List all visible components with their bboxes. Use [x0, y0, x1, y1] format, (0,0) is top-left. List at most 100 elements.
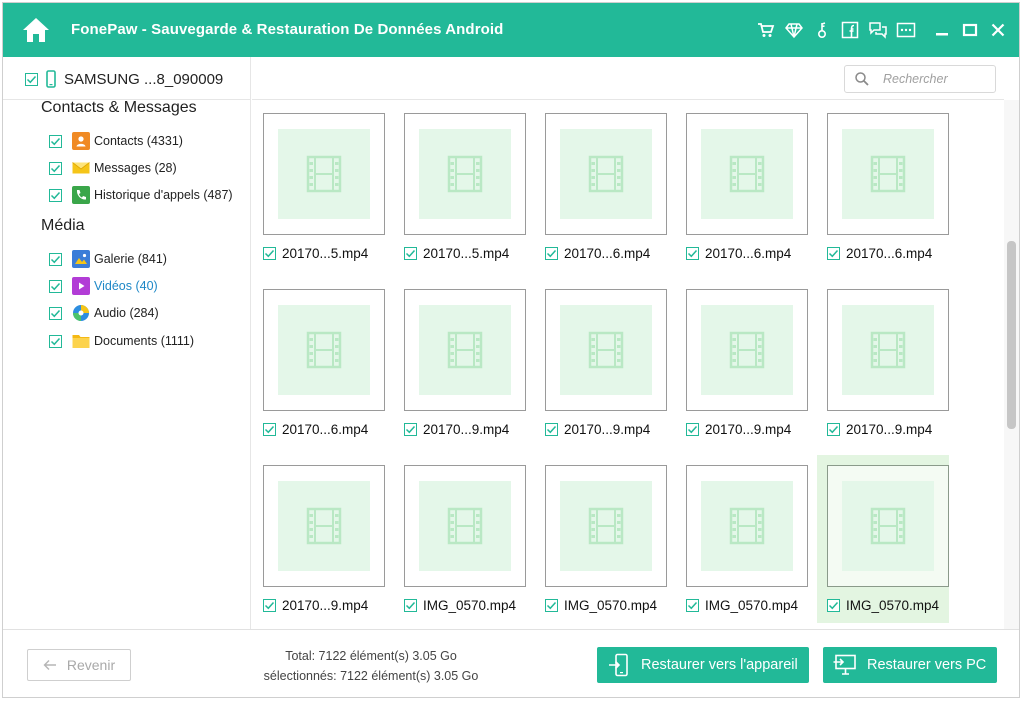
video-file-tile[interactable]: 20170...6.mp4	[253, 279, 385, 447]
device-checkbox[interactable]	[25, 72, 38, 86]
video-file-tile[interactable]: 20170...6.mp4	[817, 103, 949, 271]
video-thumbnail[interactable]	[827, 289, 949, 411]
sidebar-item-label: Documents (1111)	[94, 334, 195, 348]
sidebar-item-videos[interactable]: Vidéos (40)	[49, 276, 158, 296]
video-thumbnail[interactable]	[263, 113, 385, 235]
restore-to-pc-button[interactable]: Restaurer vers PC	[823, 647, 997, 683]
menu-icon[interactable]	[895, 19, 917, 41]
video-thumbnail[interactable]	[545, 465, 667, 587]
sidebar-item-call-history[interactable]: Historique d'appels (487)	[49, 185, 233, 205]
video-file-tile[interactable]: 20170...9.mp4	[394, 279, 526, 447]
video-thumbnail[interactable]	[404, 289, 526, 411]
sidebar-item-contacts[interactable]: Contacts (4331)	[49, 131, 183, 151]
file-name: 20170...9.mp4	[705, 421, 792, 437]
phone-icon	[46, 70, 56, 88]
video-file-tile[interactable]: 20170...5.mp4	[253, 103, 385, 271]
file-name: IMG_0570.mp4	[705, 597, 799, 613]
maximize-icon[interactable]	[959, 19, 981, 41]
file-checkbox[interactable]	[827, 598, 840, 612]
file-checkbox[interactable]	[545, 598, 558, 612]
video-thumbnail[interactable]	[404, 465, 526, 587]
video-thumbnail[interactable]	[263, 289, 385, 411]
arrow-left-icon	[43, 658, 57, 672]
video-thumbnail[interactable]	[263, 465, 385, 587]
video-file-tile[interactable]: IMG_0570.mp4	[676, 455, 808, 623]
key-icon[interactable]	[811, 19, 833, 41]
film-icon	[419, 129, 511, 219]
video-file-tile[interactable]: 20170...9.mp4	[535, 279, 667, 447]
file-checkbox[interactable]	[404, 246, 417, 260]
audio-checkbox[interactable]	[49, 306, 62, 320]
minimize-icon[interactable]	[931, 19, 953, 41]
video-file-tile[interactable]: 20170...9.mp4	[253, 455, 385, 623]
sidebar-item-label: Contacts (4331)	[94, 134, 183, 148]
file-caption: 20170...9.mp4	[686, 420, 791, 438]
restore-to-device-button[interactable]: Restaurer vers l'appareil	[597, 647, 809, 683]
contacts-checkbox[interactable]	[49, 134, 62, 148]
sidebar-item-gallery[interactable]: Galerie (841)	[49, 249, 167, 269]
facebook-icon[interactable]	[839, 19, 861, 41]
section-title-contacts-messages: Contacts & Messages	[41, 99, 197, 116]
search-input[interactable]	[883, 72, 995, 86]
messages-checkbox[interactable]	[49, 161, 62, 175]
video-thumbnail[interactable]	[686, 465, 808, 587]
device-selector[interactable]: SAMSUNG ...8_090009	[25, 69, 223, 89]
sidebar-item-label: Audio (284)	[94, 306, 159, 320]
gallery-checkbox[interactable]	[49, 252, 62, 266]
video-thumbnail[interactable]	[404, 113, 526, 235]
file-name: IMG_0570.mp4	[423, 597, 517, 613]
video-file-tile[interactable]: 20170...6.mp4	[676, 103, 808, 271]
documents-checkbox[interactable]	[49, 334, 62, 348]
back-button-label: Revenir	[66, 657, 116, 673]
feedback-icon[interactable]	[867, 19, 889, 41]
total-count: Total: 7122 élément(s) 3.05 Go	[285, 649, 457, 663]
home-icon[interactable]	[21, 15, 51, 45]
file-checkbox[interactable]	[263, 422, 276, 436]
call-history-checkbox[interactable]	[49, 188, 62, 202]
video-thumbnail[interactable]	[686, 113, 808, 235]
file-checkbox[interactable]	[263, 598, 276, 612]
videos-checkbox[interactable]	[49, 279, 62, 293]
video-file-tile[interactable]: IMG_0570.mp4	[817, 455, 949, 623]
film-icon	[701, 481, 793, 571]
video-thumbnail[interactable]	[545, 289, 667, 411]
close-icon[interactable]	[987, 19, 1009, 41]
video-file-tile[interactable]: 20170...9.mp4	[817, 279, 949, 447]
video-thumbnail[interactable]	[686, 289, 808, 411]
cart-icon[interactable]	[755, 19, 777, 41]
file-name: 20170...6.mp4	[705, 245, 792, 261]
film-icon	[278, 129, 370, 219]
restore-to-device-label: Restaurer vers l'appareil	[641, 657, 798, 673]
video-file-tile[interactable]: IMG_0570.mp4	[535, 455, 667, 623]
file-checkbox[interactable]	[686, 246, 699, 260]
file-caption: 20170...9.mp4	[263, 596, 368, 614]
search-box[interactable]	[844, 65, 996, 93]
video-thumbnail[interactable]	[827, 113, 949, 235]
video-file-tile[interactable]: IMG_0570.mp4	[394, 455, 526, 623]
sidebar-item-messages[interactable]: Messages (28)	[49, 158, 177, 178]
file-checkbox[interactable]	[827, 422, 840, 436]
diamond-icon[interactable]	[783, 19, 805, 41]
file-checkbox[interactable]	[827, 246, 840, 260]
file-checkbox[interactable]	[404, 598, 417, 612]
file-checkbox[interactable]	[545, 422, 558, 436]
file-caption: 20170...5.mp4	[263, 244, 368, 262]
messages-icon	[72, 159, 90, 177]
video-file-tile[interactable]: 20170...6.mp4	[535, 103, 667, 271]
back-button[interactable]: Revenir	[27, 649, 131, 681]
scrollbar-thumb[interactable]	[1007, 241, 1016, 429]
file-caption: 20170...9.mp4	[827, 420, 932, 438]
video-thumbnail[interactable]	[827, 465, 949, 587]
file-checkbox[interactable]	[686, 598, 699, 612]
file-checkbox[interactable]	[263, 246, 276, 260]
video-file-tile[interactable]: 20170...5.mp4	[394, 103, 526, 271]
sidebar-item-label: Historique d'appels (487)	[94, 188, 233, 202]
sidebar-item-documents[interactable]: Documents (1111)	[49, 331, 194, 351]
file-checkbox[interactable]	[686, 422, 699, 436]
file-checkbox[interactable]	[404, 422, 417, 436]
video-file-tile[interactable]: 20170...9.mp4	[676, 279, 808, 447]
video-thumbnail[interactable]	[545, 113, 667, 235]
file-checkbox[interactable]	[545, 246, 558, 260]
sidebar-item-audio[interactable]: Audio (284)	[49, 303, 159, 323]
search-icon	[851, 68, 873, 90]
